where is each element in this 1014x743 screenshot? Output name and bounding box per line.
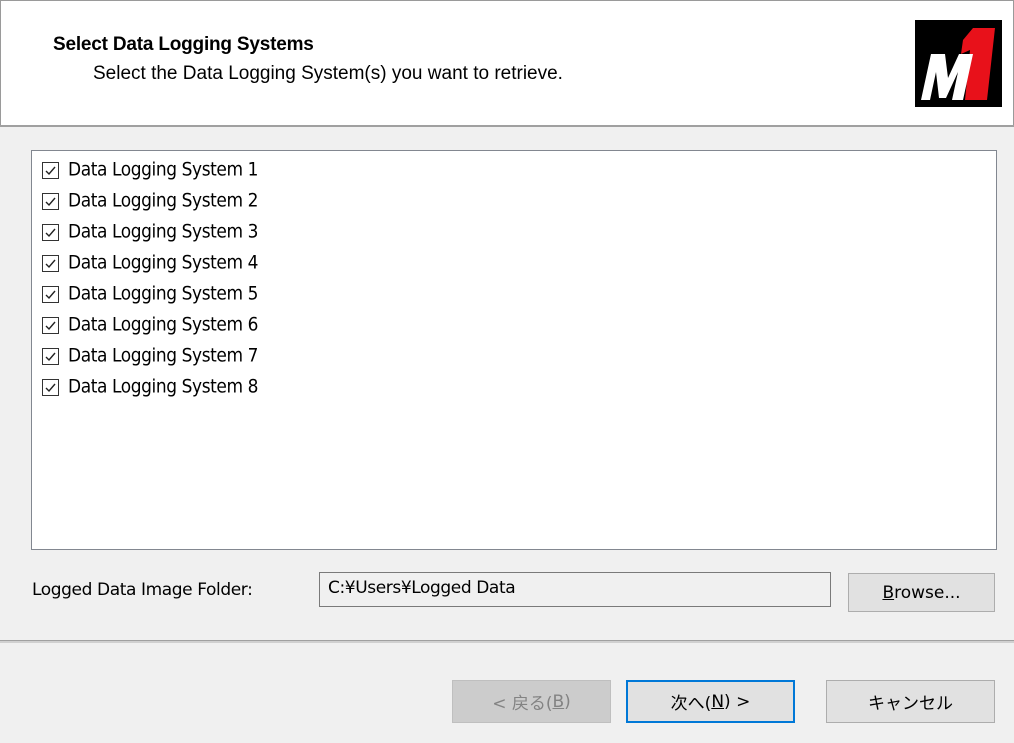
- checkbox-checked-icon[interactable]: [42, 316, 59, 334]
- next-button[interactable]: 次へ(N) >: [626, 680, 795, 723]
- browse-mnemonic: B: [882, 582, 895, 603]
- browse-button[interactable]: Browse...: [848, 573, 995, 612]
- system-item-label: Data Logging System 2: [68, 190, 259, 212]
- system-item-label: Data Logging System 1: [68, 159, 259, 181]
- page-subtitle: Select the Data Logging System(s) you wa…: [93, 63, 563, 84]
- next-label-prefix: 次へ(: [670, 694, 712, 714]
- system-item-label: Data Logging System 5: [68, 283, 259, 305]
- back-label-suffix: ): [564, 691, 571, 712]
- system-item-label: Data Logging System 4: [68, 252, 259, 274]
- system-list-item[interactable]: Data Logging System 7: [42, 342, 258, 370]
- system-list-item[interactable]: Data Logging System 3: [42, 218, 258, 246]
- checkbox-checked-icon[interactable]: [42, 347, 59, 365]
- system-list-item[interactable]: Data Logging System 4: [42, 249, 258, 277]
- browse-label: rowse...: [894, 582, 961, 603]
- back-button[interactable]: < 戻る(B): [452, 680, 611, 723]
- system-list-item[interactable]: Data Logging System 8: [42, 373, 258, 401]
- folder-label: Logged Data Image Folder:: [32, 580, 253, 600]
- system-item-label: Data Logging System 6: [68, 314, 259, 336]
- checkbox-checked-icon[interactable]: [42, 192, 59, 210]
- checkbox-checked-icon[interactable]: [42, 254, 59, 272]
- next-mnemonic: N: [711, 691, 725, 712]
- checkbox-checked-icon[interactable]: [42, 161, 59, 179]
- cancel-button[interactable]: キャンセル: [826, 680, 995, 723]
- system-list-item[interactable]: Data Logging System 6: [42, 311, 258, 339]
- system-list-item[interactable]: Data Logging System 2: [42, 187, 258, 215]
- header-divider: [0, 125, 1014, 127]
- system-item-label: Data Logging System 7: [68, 345, 259, 367]
- back-label-prefix: < 戻る(: [492, 694, 553, 714]
- checkbox-checked-icon[interactable]: [42, 285, 59, 303]
- back-mnemonic: B: [552, 691, 565, 712]
- system-list-item[interactable]: Data Logging System 5: [42, 280, 258, 308]
- page-title: Select Data Logging Systems: [53, 34, 314, 55]
- next-label-suffix: ) >: [724, 691, 751, 712]
- checkbox-checked-icon[interactable]: [42, 223, 59, 241]
- checkbox-checked-icon[interactable]: [42, 378, 59, 396]
- system-checklist[interactable]: Data Logging System 1 Data Logging System…: [31, 150, 997, 550]
- system-item-label: Data Logging System 8: [68, 376, 259, 398]
- footer-divider: [0, 640, 1014, 643]
- m1-logo-icon: [915, 20, 1002, 107]
- wizard-dialog: Select Data Logging Systems Select the D…: [0, 0, 1014, 743]
- system-list-item[interactable]: Data Logging System 1: [42, 156, 258, 184]
- wizard-header: Select Data Logging Systems Select the D…: [0, 0, 1014, 126]
- folder-path-field[interactable]: C:¥Users¥Logged Data: [319, 572, 831, 607]
- system-item-label: Data Logging System 3: [68, 221, 259, 243]
